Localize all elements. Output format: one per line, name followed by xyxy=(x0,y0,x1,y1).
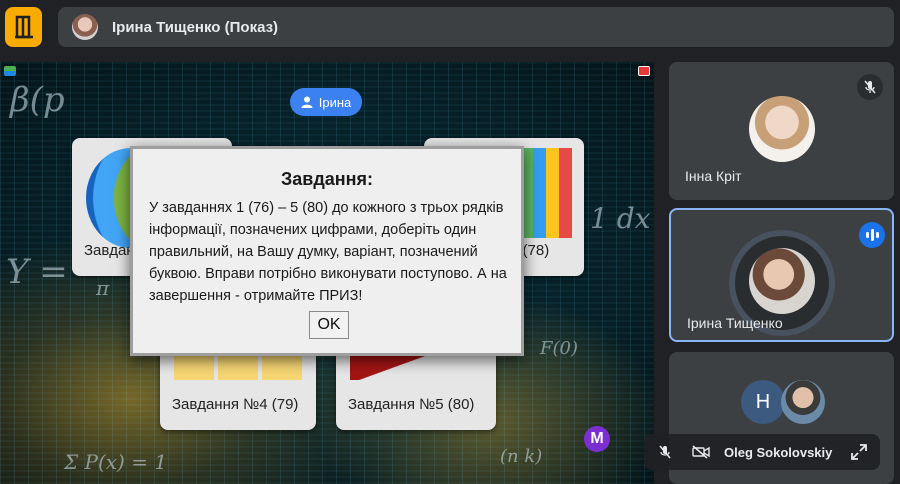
presentation-bar[interactable]: Ірина Тищенко (Показ) xyxy=(58,7,894,47)
participant-tile-active[interactable]: Ірина Тищенко xyxy=(669,208,894,342)
m-badge-icon[interactable]: M xyxy=(584,426,610,452)
background-formula: β(p xyxy=(10,80,65,120)
task-card-label: Завдання №5 (80) xyxy=(348,396,475,413)
audio-wave-icon xyxy=(859,222,885,248)
flag-icon xyxy=(638,66,650,76)
background-formula: (n k) xyxy=(500,446,543,467)
background-formula: 1 dx xyxy=(590,202,651,235)
self-participant-name: Oleg Sokolovskiy xyxy=(724,444,833,460)
user-name-pill[interactable]: Ірина xyxy=(290,88,362,116)
flag-icon xyxy=(4,66,16,76)
background-formula: π xyxy=(96,276,110,300)
participant-name: Ірина Тищенко xyxy=(687,315,783,331)
presenter-avatar xyxy=(72,14,98,40)
background-formula: F(0) xyxy=(540,338,578,359)
avatar xyxy=(749,96,815,162)
camera-off-icon xyxy=(692,445,710,459)
background-formula: Σ P(x) = 1 xyxy=(64,450,168,474)
participant-name: Інна Кріт xyxy=(685,168,742,184)
task-card-label: Завдання №4 (79) xyxy=(172,396,299,413)
task-card-label: Завдан xyxy=(84,242,135,259)
camera-toggle-button[interactable] xyxy=(688,439,714,465)
self-view-controls: Oleg Sokolovskiy xyxy=(644,434,880,470)
expand-button[interactable] xyxy=(846,439,872,465)
dialog-title: Завдання: xyxy=(280,169,374,189)
ok-button[interactable]: OK xyxy=(309,311,349,339)
mic-off-indicator xyxy=(857,74,883,100)
mic-off-icon xyxy=(659,445,671,459)
presentation-stage[interactable]: β(p Y = π 1 dx Σ P(x) = 1 F(0) (n k) Іри… xyxy=(0,62,654,484)
task-thumbnail xyxy=(520,148,572,238)
presenter-title: Ірина Тищенко (Показ) xyxy=(112,18,279,36)
task-dialog: Завдання: У завданнях 1 (76) – 5 (80) до… xyxy=(130,146,524,356)
door-exit-icon xyxy=(14,15,33,39)
dialog-message: У завданнях 1 (76) – 5 (80) до кожного з… xyxy=(149,200,507,304)
avatar-initial: H xyxy=(741,380,785,424)
mic-off-icon xyxy=(864,80,876,94)
mic-toggle-button[interactable] xyxy=(652,439,678,465)
expand-icon xyxy=(851,444,867,460)
background-formula: Y = xyxy=(6,252,68,292)
user-name: Ірина xyxy=(318,94,352,110)
participant-tile[interactable]: Інна Кріт xyxy=(669,62,894,200)
avatar xyxy=(781,380,825,424)
user-icon xyxy=(301,96,313,108)
leave-call-button[interactable] xyxy=(5,7,42,47)
